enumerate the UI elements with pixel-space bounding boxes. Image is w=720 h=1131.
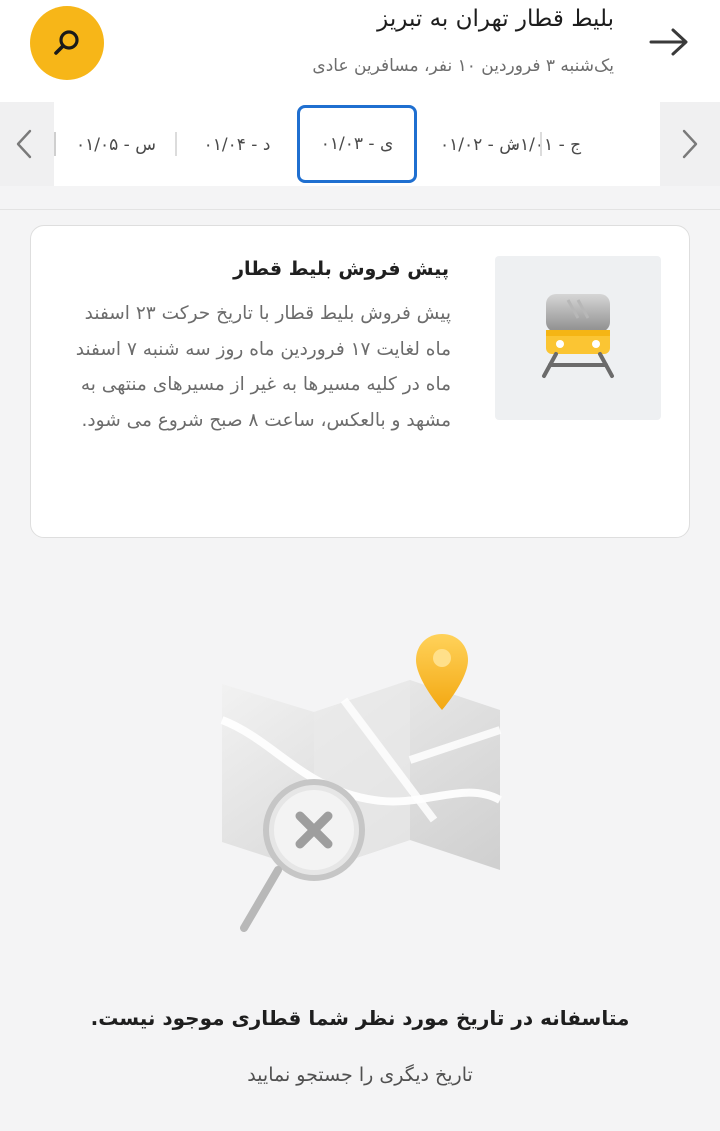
card-title: پیش فروش بلیط قطار (233, 258, 449, 280)
date-item-0104[interactable]: د - ۰۱/۰۴ (180, 106, 294, 184)
date-selector: ج - ۰۱/۰۱ ش - ۰۱/۰۲ ی - ۰۱/۰۳ د - ۰۱/۰۴ … (0, 102, 720, 186)
empty-state-title: متاسفانه در تاریخ مورد نظر شما قطاری موج… (90, 1006, 630, 1030)
next-dates-button[interactable] (678, 126, 702, 162)
empty-state-subtitle: تاریخ دیگری را جستجو نمایید (247, 1064, 473, 1086)
train-icon (542, 294, 614, 378)
presale-info-card: پیش فروش بلیط قطار پیش فروش بلیط قطار با… (30, 225, 690, 538)
arrow-right-icon (649, 28, 688, 56)
search-button[interactable] (30, 6, 104, 80)
search-icon (54, 30, 79, 55)
date-item-0102[interactable]: ش - ۰۱/۰۲ (420, 106, 540, 184)
date-item-0105[interactable]: س - ۰۱/۰۵ (58, 106, 174, 184)
back-button[interactable] (646, 22, 692, 62)
chevron-left-icon (16, 129, 32, 159)
card-body: پیش فروش بلیط قطار با تاریخ حرکت ۲۳ اسفن… (75, 303, 451, 431)
previous-dates-button[interactable] (12, 126, 36, 162)
app-header: بلیط قطار تهران به تبریز یک‌شنبه ۳ فرورد… (0, 0, 720, 102)
map-not-found-icon (220, 634, 502, 932)
page-title: بلیط قطار تهران به تبریز (377, 6, 614, 32)
chevron-right-icon (682, 129, 698, 159)
date-item-0103-selected[interactable]: ی - ۰۱/۰۳ (297, 105, 417, 183)
divider (175, 132, 177, 156)
search-summary: یک‌شنبه ۳ فروردین ۱۰ نفر، مسافرین عادی (312, 56, 614, 76)
divider (540, 132, 542, 156)
divider (0, 209, 720, 210)
divider (54, 132, 56, 156)
train-image (495, 256, 661, 420)
